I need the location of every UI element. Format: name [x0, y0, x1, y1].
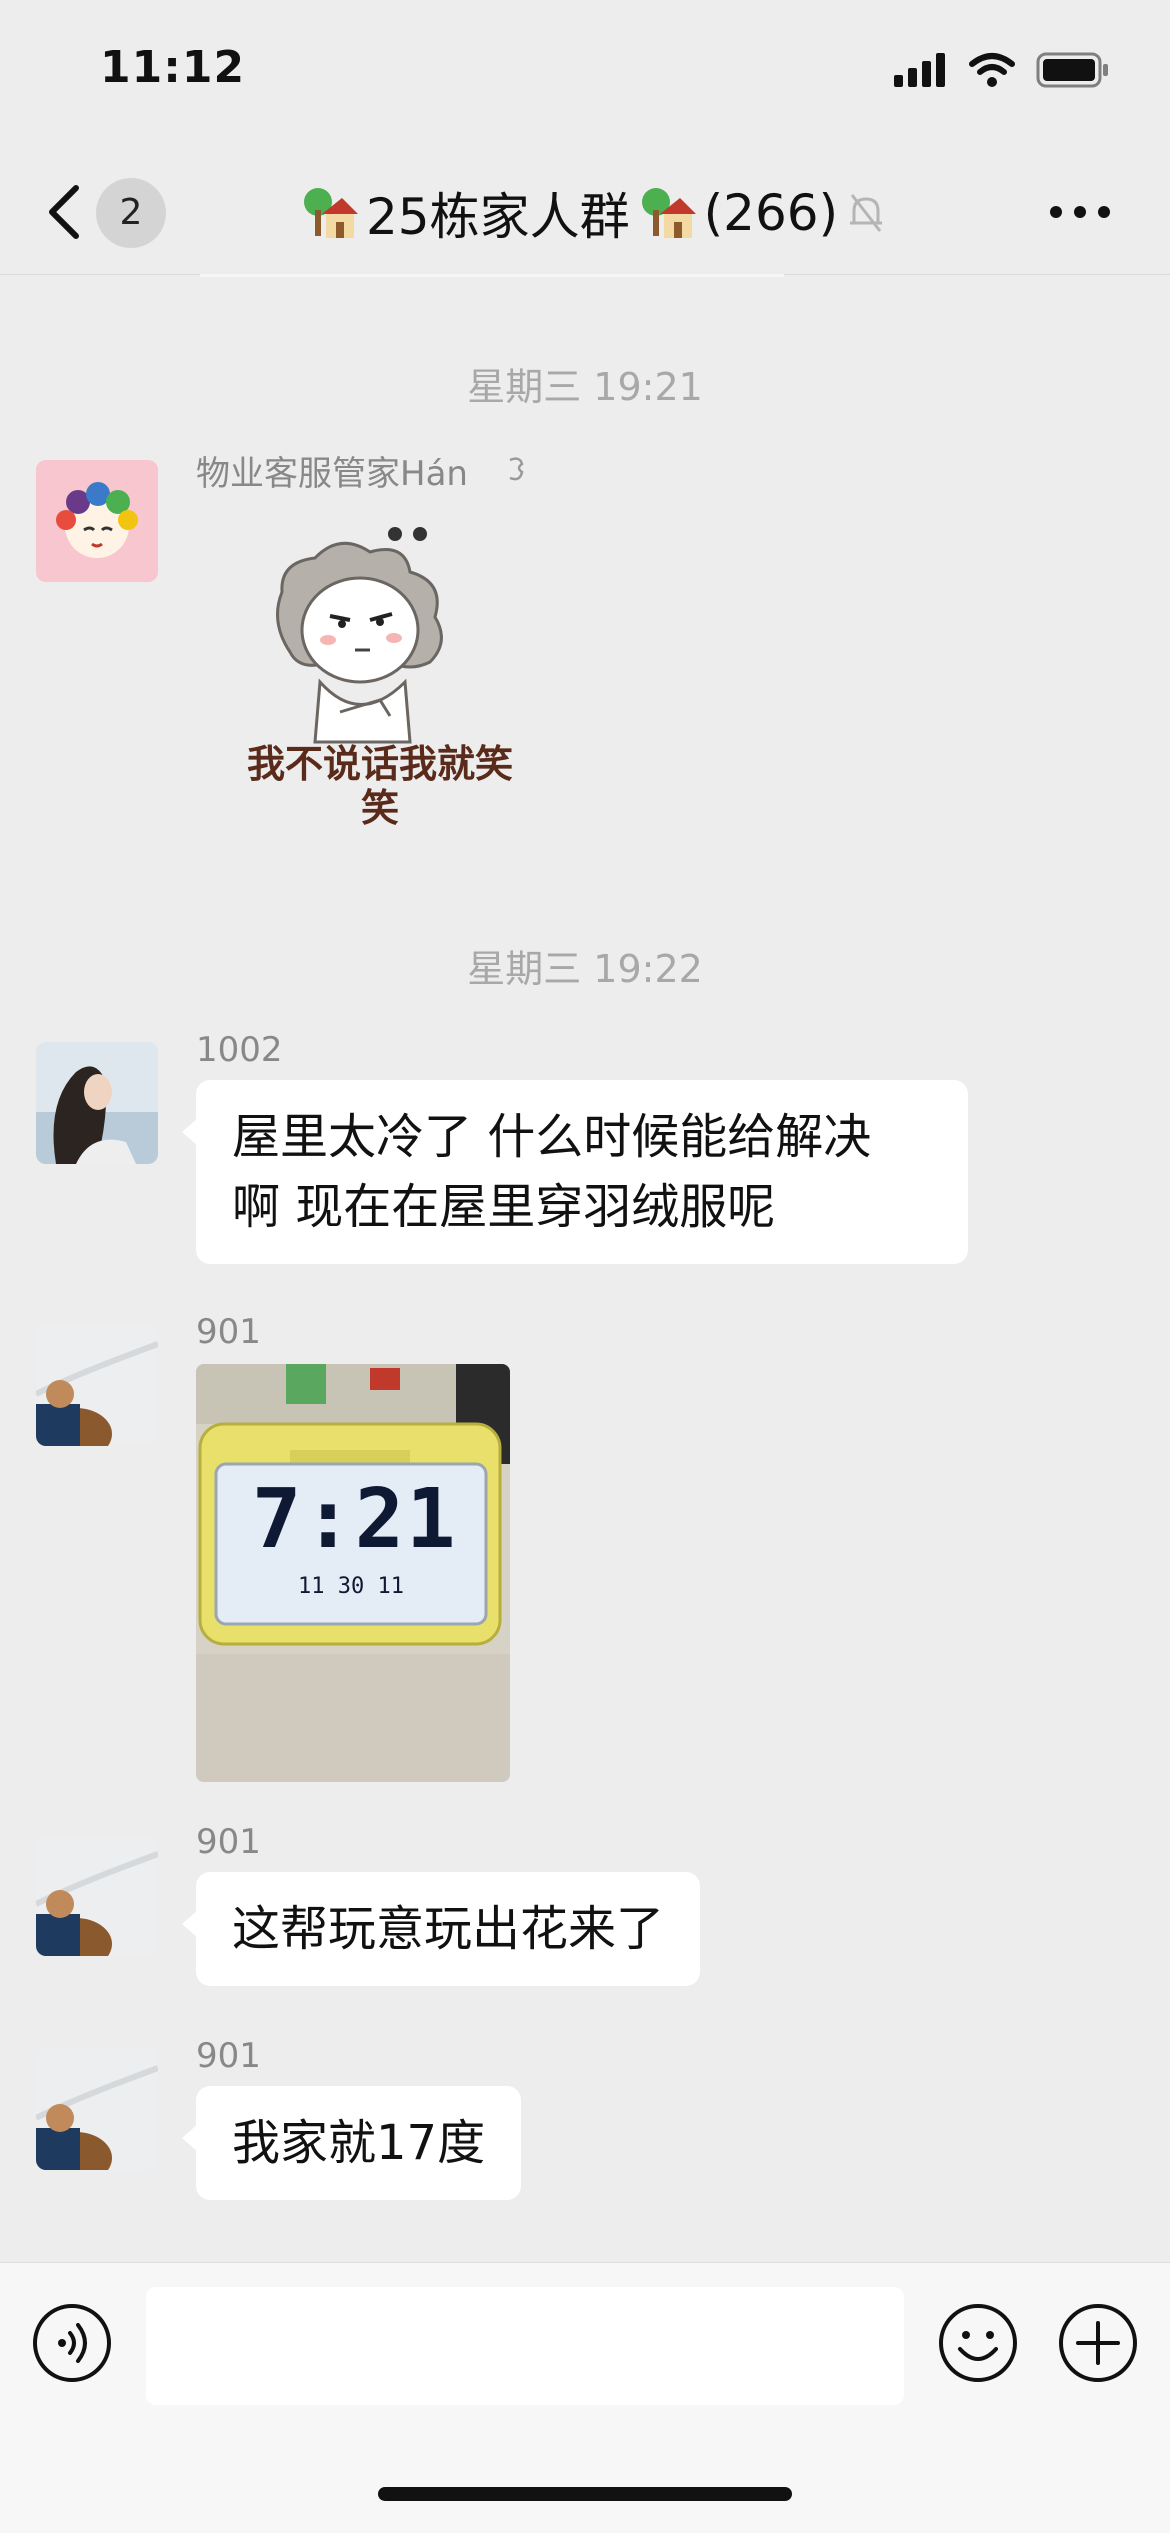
avatar[interactable] — [36, 1834, 158, 1956]
emoji-icon[interactable] — [938, 2303, 1018, 2383]
sender-name: 901 — [196, 2036, 261, 2076]
message-text: 我家就17度 — [232, 2115, 486, 2171]
image-message[interactable]: 7:21 11 30 11 — [196, 1364, 510, 1782]
status-bar: 11:12 — [0, 0, 1170, 150]
wifi-icon — [969, 53, 1015, 87]
clock-display-time: 7:21 — [252, 1472, 458, 1567]
member-count: (266) — [703, 184, 839, 242]
message-bubble[interactable]: 屋里太冷了 什么时候能给解决 啊 现在在屋里穿羽绒服呢 — [182, 1080, 968, 1264]
input-bar — [0, 2262, 1170, 2533]
message-text-line1: 屋里太冷了 什么时候能给解决 — [232, 1109, 872, 1165]
message-text: 这帮玩意玩出花来了 — [232, 1901, 665, 1957]
chat-header: 2 25栋家人群 (266) — [0, 150, 1170, 275]
house-tree-icon — [304, 188, 358, 238]
chat-title[interactable]: 25栋家人群 (266) — [300, 178, 920, 248]
unread-count-badge[interactable]: 2 — [96, 178, 166, 248]
battery-icon — [1036, 52, 1108, 88]
avatar[interactable] — [36, 1324, 158, 1446]
header-divider — [200, 274, 784, 277]
badge-icon — [509, 457, 524, 481]
avatar[interactable] — [36, 460, 158, 582]
timestamp: 星期三 19:22 — [467, 947, 703, 991]
voice-icon[interactable] — [32, 2303, 112, 2383]
sticker-caption-line2: 笑 — [360, 786, 399, 830]
timestamp: 星期三 19:21 — [467, 365, 703, 409]
sender-name: 901 — [196, 1312, 261, 1352]
more-icon[interactable] — [1048, 202, 1112, 222]
avatar[interactable] — [36, 2048, 158, 2170]
message-text-line2: 啊 现在在屋里穿羽绒服呢 — [232, 1179, 776, 1235]
photo-background — [196, 1364, 510, 1782]
sender-name: 物业客服管家Hán — [196, 454, 468, 494]
sticker-message[interactable]: 我不说话我就笑 笑 — [220, 512, 540, 852]
sticker-caption-line1: 我不说话我就笑 — [246, 742, 513, 786]
message-input[interactable] — [146, 2287, 904, 2405]
house-tree-icon — [641, 188, 696, 238]
plus-icon[interactable] — [1058, 2303, 1138, 2383]
sender-name: 1002 — [196, 1030, 283, 1070]
signal-icon — [894, 53, 945, 87]
status-time: 11:12 — [100, 42, 246, 93]
group-name: 25栋家人群 — [366, 188, 630, 246]
sender-name: 901 — [196, 1822, 261, 1862]
message-bubble[interactable]: 我家就17度 — [181, 2086, 522, 2200]
mute-bell-icon — [850, 194, 883, 232]
clock-display-date: 11 30 11 — [298, 1574, 404, 1599]
avatar[interactable] — [36, 1042, 158, 1164]
back-chevron-icon[interactable] — [44, 182, 84, 242]
message-bubble[interactable]: 这帮玩意玩出花来了 — [181, 1872, 701, 1986]
home-indicator — [378, 2487, 792, 2501]
